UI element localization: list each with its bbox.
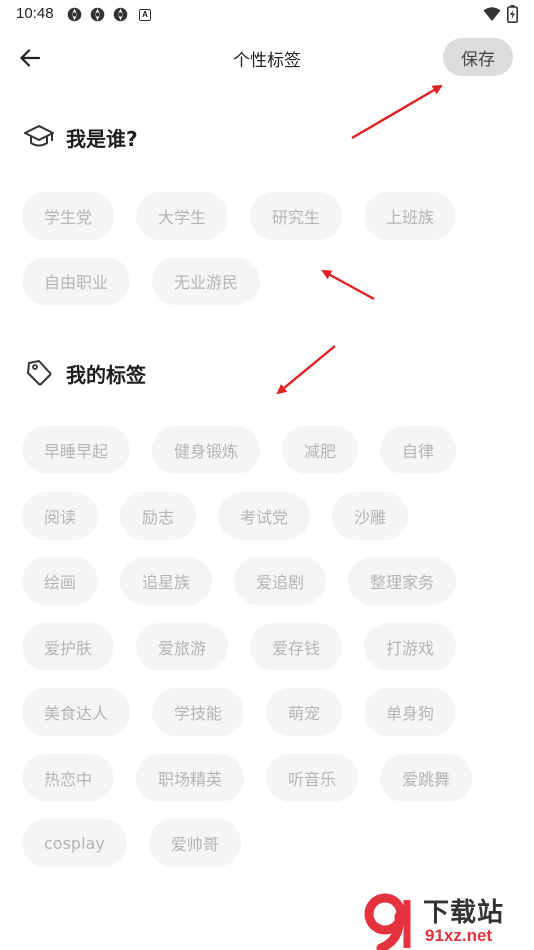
my-tags-row-3: 绘画 追星族 爱追剧 整理家务 (22, 557, 457, 605)
tag-chip[interactable]: 大学生 (136, 192, 229, 240)
who-tags-row-2: 自由职业 无业游民 (22, 257, 261, 305)
tag-chip[interactable]: 研究生 (250, 192, 343, 240)
aperture-icon (90, 7, 105, 22)
tag-chip[interactable]: 爱护肤 (22, 623, 115, 671)
tag-chip[interactable]: 爱追剧 (234, 557, 327, 605)
battery-icon (507, 5, 518, 23)
tag-chip[interactable]: 整理家务 (348, 557, 457, 605)
top-bar: 个性标签 保存 (0, 32, 534, 84)
tag-chip[interactable]: 爱跳舞 (380, 754, 473, 802)
tag-chip[interactable]: 绘画 (22, 557, 99, 605)
tag-chip[interactable]: 爱旅游 (136, 623, 229, 671)
tag-chip[interactable]: 追星族 (120, 557, 213, 605)
watermark-logo (364, 893, 411, 950)
watermark-bottom-text: 91xz.net (425, 926, 493, 945)
tag-chip[interactable]: 美食达人 (22, 688, 131, 736)
arrow-to-save (351, 84, 443, 140)
who-tags-row-1: 学生党 大学生 研究生 上班族 (22, 192, 457, 240)
a-icon: A (139, 8, 151, 21)
status-time: 10:48 (16, 5, 54, 22)
tag-chip[interactable]: 早睡早起 (22, 426, 131, 474)
section-header-mine: 我的标签 (22, 356, 146, 390)
tag-chip[interactable]: 听音乐 (266, 754, 359, 802)
graduation-cap-icon (22, 120, 56, 154)
tag-chip[interactable]: 自由职业 (22, 257, 131, 305)
tag-chip[interactable]: 上班族 (364, 192, 457, 240)
aperture-icon (67, 7, 82, 22)
section-header-who: 我是谁? (22, 120, 138, 154)
tag-chip[interactable]: cosplay (22, 819, 127, 867)
tag-chip[interactable]: 学生党 (22, 192, 115, 240)
my-tags-row-6: 热恋中 职场精英 听音乐 爱跳舞 (22, 754, 473, 802)
my-tags-row-7: cosplay 爱帅哥 (22, 819, 241, 867)
tag-chip[interactable]: 励志 (120, 492, 197, 540)
tag-chip[interactable]: 爱存钱 (250, 623, 343, 671)
aperture-icon (113, 7, 128, 22)
save-button[interactable]: 保存 (443, 38, 513, 76)
system-icons (483, 5, 518, 23)
notification-icons: A (66, 6, 151, 23)
tag-chip[interactable]: 无业游民 (152, 257, 261, 305)
tag-chip[interactable]: 阅读 (22, 492, 99, 540)
tag-chip[interactable]: 考试党 (218, 492, 311, 540)
tag-icon (22, 356, 56, 390)
wifi-icon (483, 7, 501, 21)
tag-chip[interactable]: 学技能 (152, 688, 245, 736)
tag-chip[interactable]: 热恋中 (22, 754, 115, 802)
arrow-to-my-tags (276, 345, 336, 395)
tag-chip[interactable]: 爱帅哥 (148, 819, 241, 867)
my-tags-row-2: 阅读 励志 考试党 沙雕 (22, 492, 409, 540)
tag-chip[interactable]: 自律 (380, 426, 457, 474)
watermark-top-text: 下载站 (423, 898, 505, 928)
my-tags-row-1: 早睡早起 健身锻炼 减肥 自律 (22, 426, 457, 474)
section-title-mine: 我的标签 (66, 362, 146, 387)
tag-chip[interactable]: 健身锻炼 (152, 426, 261, 474)
arrow-to-who-tags (321, 269, 375, 301)
tag-chip[interactable]: 职场精英 (136, 754, 245, 802)
tag-chip[interactable]: 沙雕 (332, 492, 409, 540)
tag-chip[interactable]: 萌宠 (266, 688, 343, 736)
watermark: 下载站 91xz.net (361, 892, 531, 950)
tag-chip[interactable]: 单身狗 (364, 688, 457, 736)
my-tags-row-5: 美食达人 学技能 萌宠 单身狗 (22, 688, 457, 736)
tag-chip[interactable]: 打游戏 (364, 623, 457, 671)
tag-chip[interactable]: 减肥 (282, 426, 359, 474)
status-bar: 10:48 A (0, 0, 534, 28)
section-title-who: 我是谁? (66, 126, 138, 151)
my-tags-row-4: 爱护肤 爱旅游 爱存钱 打游戏 (22, 623, 457, 671)
